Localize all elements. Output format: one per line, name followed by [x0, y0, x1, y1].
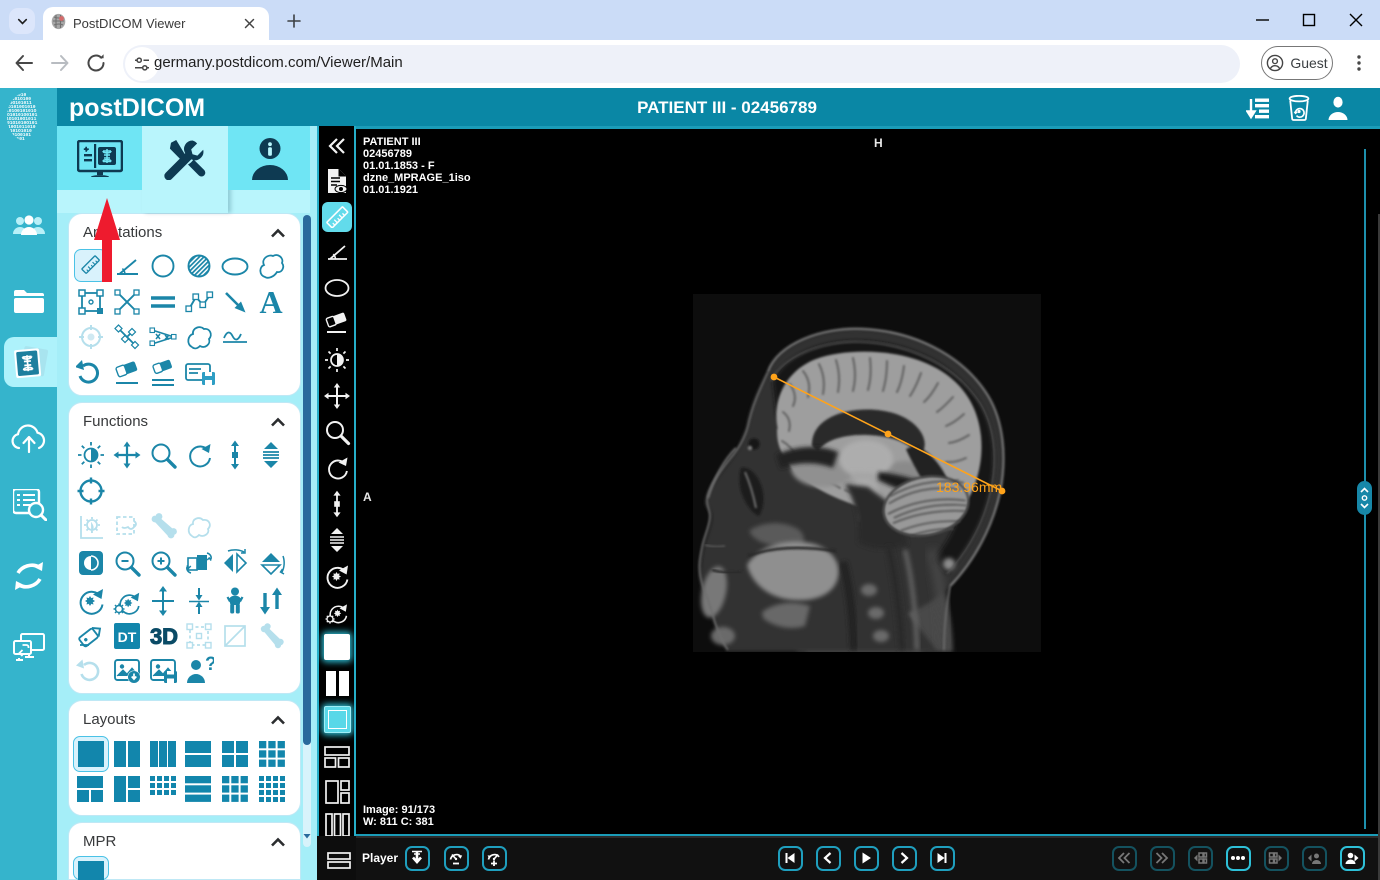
svg-text:H: H	[874, 136, 883, 150]
svg-text:183.96mm: 183.96mm	[936, 479, 1002, 495]
svg-text:A: A	[363, 490, 372, 504]
svg-text:?: ?	[205, 656, 214, 675]
svg-text:1O101: 1O101	[11, 136, 25, 142]
svg-text:3D: 3D	[150, 624, 178, 649]
svg-text:DT: DT	[118, 629, 137, 645]
svg-text:A: A	[259, 284, 282, 318]
